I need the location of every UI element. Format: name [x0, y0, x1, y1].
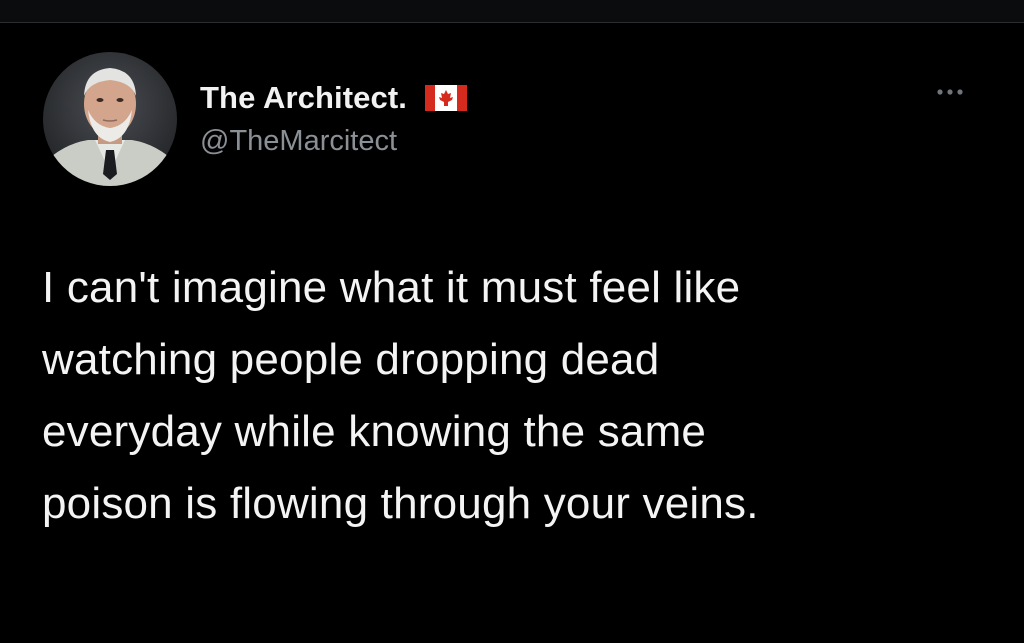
author-handle[interactable]: @TheMarcitect: [200, 125, 397, 158]
avatar-icon[interactable]: [43, 52, 177, 186]
top-divider: [0, 0, 1024, 23]
more-options-icon[interactable]: [935, 84, 965, 100]
tweet-text-line: watching people dropping dead: [42, 335, 660, 384]
tweet-text-line: I can't imagine what it must feel like: [42, 263, 741, 312]
tweet-text-line: everyday while knowing the same: [42, 407, 707, 456]
tweet-card: The Architect. @TheMarcitect I can't ima…: [0, 0, 1024, 643]
tweet-text: I can't imagine what it must feel like w…: [42, 252, 982, 540]
author-name-row: The Architect.: [200, 80, 467, 116]
tweet-text-line: poison is flowing through your veins.: [42, 479, 759, 528]
canada-flag-icon: [424, 85, 467, 111]
author-display-name[interactable]: The Architect.: [200, 80, 407, 116]
